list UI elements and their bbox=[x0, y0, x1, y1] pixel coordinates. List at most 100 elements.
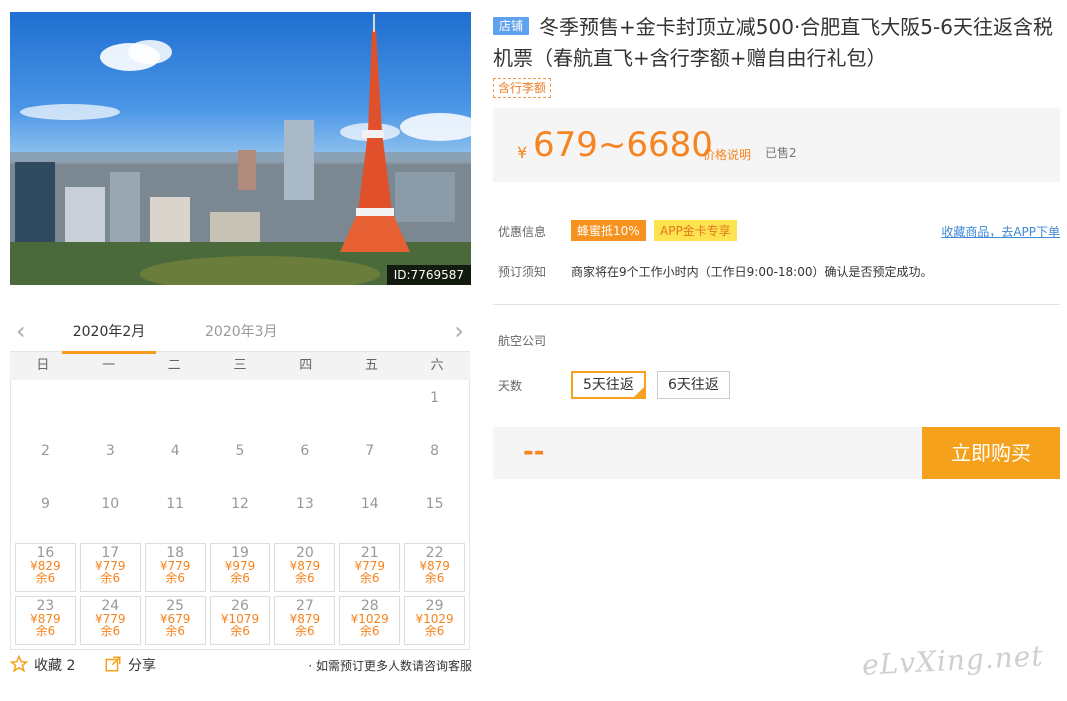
calendar-day: 10 bbox=[80, 490, 141, 539]
calendar-day-available[interactable]: 17 ¥779 余6 bbox=[79, 543, 141, 592]
calendar-day-number: 6 bbox=[300, 443, 310, 459]
calendar-day-remaining: 余6 bbox=[35, 571, 56, 585]
tokyo-skyline-illustration bbox=[10, 14, 471, 285]
share-button[interactable]: 分享 bbox=[104, 655, 156, 675]
calendar-day-number bbox=[274, 384, 335, 390]
calendar-day-available[interactable]: 20 ¥879 余6 bbox=[274, 543, 336, 592]
airline-label: 航空公司 bbox=[498, 334, 547, 348]
calendar-day-remaining: 余6 bbox=[359, 624, 380, 638]
day-option-5-label: 5天往返 bbox=[583, 377, 634, 393]
calendar-day-number: 12 bbox=[231, 496, 249, 512]
buy-now-button[interactable]: 立即购买 bbox=[922, 427, 1060, 479]
calendar-day bbox=[274, 384, 335, 433]
weekday-label: 六 bbox=[430, 358, 444, 373]
calendar-day-available[interactable]: 21 ¥779 余6 bbox=[339, 543, 401, 592]
calendar-day-remaining: 余6 bbox=[359, 571, 380, 585]
weekday-label: 五 bbox=[364, 358, 378, 373]
weekday-label: 三 bbox=[233, 358, 247, 373]
calendar-day-number: 18 bbox=[166, 545, 185, 561]
calendar-day: 12 bbox=[210, 490, 271, 539]
calendar-day: 7 bbox=[339, 437, 400, 486]
section-divider bbox=[493, 304, 1060, 305]
day-option-6[interactable]: 6天往返 bbox=[657, 371, 730, 399]
calendar-week-row: 9 10 11 12 13 14 15 bbox=[13, 488, 467, 541]
calendar-day: 4 bbox=[145, 437, 206, 486]
booking-label: 预订须知 bbox=[498, 265, 547, 279]
calendar-day-number: 1 bbox=[430, 390, 440, 406]
calendar-day-number bbox=[339, 384, 400, 390]
calendar-day-number bbox=[80, 384, 141, 390]
calendar-day-number: 19 bbox=[231, 545, 249, 561]
calendar-day-number bbox=[210, 384, 271, 390]
calendar-day: 5 bbox=[210, 437, 271, 486]
purchase-bar: -- 立即购买 bbox=[493, 427, 1060, 479]
weekday-label: 二 bbox=[167, 358, 181, 373]
booking-note: · 如需预订更多人数请咨询客服 bbox=[308, 659, 472, 673]
calendar-day-available[interactable]: 26 ¥1079 余6 bbox=[209, 596, 271, 645]
calendar-day bbox=[210, 384, 271, 433]
price-explain-link[interactable]: 价格说明 bbox=[703, 146, 751, 163]
share-icon bbox=[105, 656, 121, 672]
calendar-week-row: 16 ¥829 余6 17 ¥779 余6 18 ¥779 余6 19 ¥979 余6 20 ¥879 余6… bbox=[13, 541, 467, 594]
date-calendar: ‹ 2020年2月 2020年3月 › 日一二三四五六 1 2 3 4 5 6 7 8 9 10 1… bbox=[10, 315, 470, 650]
calendar-day-number: 26 bbox=[231, 598, 249, 614]
app-gold-badge: APP金卡专享 bbox=[654, 220, 737, 241]
chevron-right-icon[interactable]: › bbox=[454, 319, 464, 343]
calendar-day-available[interactable]: 23 ¥879 余6 bbox=[15, 596, 76, 645]
calendar-day-number: 5 bbox=[235, 443, 245, 459]
price-box: ¥ 679~6680 价格说明 已售2 bbox=[493, 108, 1060, 182]
calendar-day-number: 7 bbox=[365, 443, 375, 459]
weekday-label: 一 bbox=[102, 358, 116, 373]
calendar-day-available[interactable]: 24 ¥779 余6 bbox=[79, 596, 141, 645]
product-hero-image: ID:7769587 bbox=[10, 12, 471, 285]
currency-symbol: ¥ bbox=[517, 143, 528, 162]
calendar-day-remaining: 余6 bbox=[230, 571, 250, 585]
calendar-day: 6 bbox=[274, 437, 335, 486]
calendar-month-nav: ‹ 2020年2月 2020年3月 › bbox=[10, 315, 470, 354]
calendar-day-number bbox=[145, 384, 206, 390]
calendar-day-number: 27 bbox=[295, 598, 314, 614]
booking-notice-row: 预订须知 商家将在9个工作小时内（工作日9:00-18:00）确认是否预定成功。 bbox=[493, 258, 1060, 282]
calendar-day-available[interactable]: 22 ¥879 余6 bbox=[404, 543, 466, 592]
day-option-5[interactable]: 5天往返 bbox=[571, 371, 646, 399]
product-actions-bar: 收藏 2 分享 · 如需预订更多人数请咨询客服 bbox=[10, 655, 472, 677]
calendar-day-number: 21 bbox=[360, 545, 379, 561]
calendar-day-number: 24 bbox=[101, 598, 120, 614]
calendar-grid: 1 2 3 4 5 6 7 8 9 10 11 12 13 14 15 16 ¥829 余6 17 ¥779 余6 18 ¥… bbox=[10, 380, 470, 650]
product-info-panel: 店铺 冬季预售+金卡封顶立减500·合肥直飞大阪5-6天往返含税机票（春航直飞+含… bbox=[493, 12, 1060, 182]
calendar-weekday-header: 日一二三四五六 bbox=[10, 352, 470, 380]
calendar-day: 15 bbox=[404, 490, 465, 539]
tab-month-feb[interactable]: 2020年2月 bbox=[62, 321, 156, 354]
calendar-day: 1 bbox=[404, 384, 465, 433]
calendar-day-available[interactable]: 25 ¥679 余6 bbox=[144, 596, 206, 645]
calendar-day-number: 9 bbox=[40, 496, 50, 512]
honey-coupon-badge: 蜂蜜抵10% bbox=[571, 220, 646, 241]
calendar-day-available[interactable]: 29 ¥1029 余6 bbox=[404, 596, 466, 645]
calendar-day: 3 bbox=[80, 437, 141, 486]
calendar-day bbox=[145, 384, 206, 433]
calendar-day bbox=[339, 384, 400, 433]
calendar-day-available[interactable]: 18 ¥779 余6 bbox=[144, 543, 206, 592]
tab-month-mar[interactable]: 2020年3月 bbox=[205, 321, 278, 351]
favorite-label: 收藏 2 bbox=[34, 658, 76, 674]
calendar-day-number: 10 bbox=[101, 496, 120, 512]
calendar-day-number: 17 bbox=[101, 545, 120, 561]
calendar-day-available[interactable]: 19 ¥979 余6 bbox=[209, 543, 271, 592]
calendar-day-available[interactable]: 28 ¥1029 余6 bbox=[339, 596, 401, 645]
calendar-day-available[interactable]: 27 ¥879 余6 bbox=[274, 596, 336, 645]
product-title-row: 店铺 冬季预售+金卡封顶立减500·合肥直飞大阪5-6天往返含税机票（春航直飞+含… bbox=[493, 12, 1060, 74]
calendar-day: 8 bbox=[404, 437, 465, 486]
calendar-day bbox=[15, 384, 76, 433]
calendar-day-number: 4 bbox=[170, 443, 180, 459]
calendar-day-number bbox=[15, 384, 76, 390]
chevron-left-icon[interactable]: ‹ bbox=[16, 319, 26, 343]
calendar-day-number: 3 bbox=[105, 443, 115, 459]
calendar-day: 11 bbox=[145, 490, 206, 539]
calendar-day-remaining: 余6 bbox=[230, 624, 250, 638]
favorite-app-order-link[interactable]: 收藏商品，去APP下单 bbox=[941, 223, 1060, 240]
calendar-day-available[interactable]: 16 ¥829 余6 bbox=[15, 543, 76, 592]
booking-text: 商家将在9个工作小时内（工作日9:00-18:00）确认是否预定成功。 bbox=[571, 265, 933, 279]
calendar-day-number: 13 bbox=[295, 496, 314, 512]
favorite-button[interactable]: 收藏 2 bbox=[10, 655, 75, 675]
calendar-day-number: 20 bbox=[295, 545, 314, 561]
